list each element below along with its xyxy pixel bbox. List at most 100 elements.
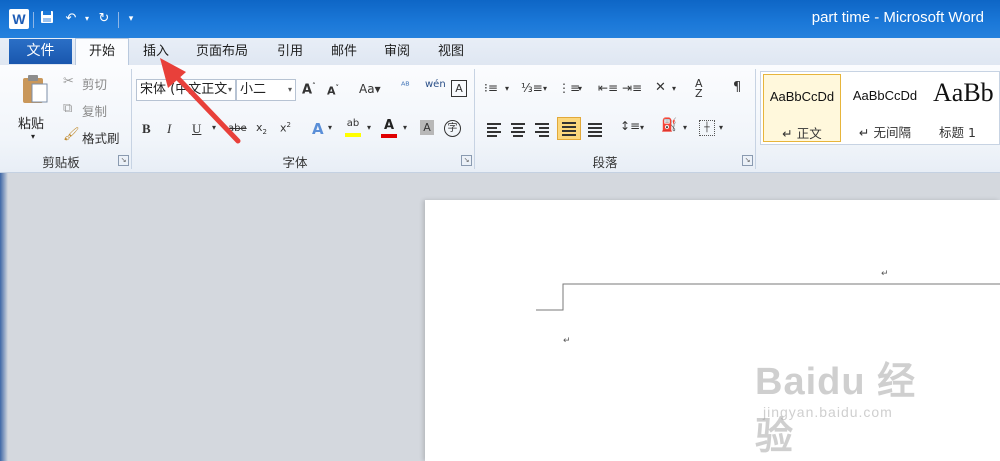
ribbon-home: 粘贴 ▾ ✂ 剪切 ⧉ 复制 🖌 格式刷 剪贴板 ↘ 宋体 (中文正文 ▾ 小二…: [0, 65, 1000, 173]
window-left-edge: [0, 173, 8, 461]
window-title: part time - Microsoft Word: [811, 9, 984, 26]
baidu-watermark: Baidu 经验 jingyan.baidu.com: [755, 350, 955, 458]
paste-button[interactable]: 粘贴 ▾: [14, 71, 56, 145]
paragraph-dialog-launcher-icon[interactable]: ↘: [742, 155, 753, 166]
shrink-font-icon[interactable]: A˅: [327, 84, 339, 98]
font-size-combo[interactable]: 小二 ▾: [236, 79, 296, 101]
highlight-color-swatch: [345, 133, 361, 137]
font-name-value: 宋体 (中文正文: [140, 82, 228, 97]
font-color-dropdown-icon[interactable]: ▾: [403, 123, 407, 132]
underline-icon[interactable]: U: [192, 121, 201, 137]
strikethrough-icon[interactable]: abe: [228, 123, 247, 134]
cut-button[interactable]: 剪切: [82, 74, 107, 93]
save-icon[interactable]: [38, 10, 56, 28]
grow-font-icon[interactable]: A˄: [302, 82, 316, 97]
paragraph-group-label: 段落: [592, 155, 618, 170]
tab-mailings[interactable]: 邮件: [320, 39, 368, 65]
underline-dropdown-icon[interactable]: ▾: [212, 123, 216, 132]
highlight-color-icon[interactable]: ab: [344, 118, 362, 138]
line-spacing-icon[interactable]: ↕≡: [620, 119, 640, 133]
style-name: ↵ 正文: [782, 126, 822, 141]
numbering-icon[interactable]: ⅓≡: [521, 81, 543, 95]
qa-separator: [33, 12, 34, 28]
copy-icon: ⧉: [63, 101, 73, 116]
clipboard-dialog-launcher-icon[interactable]: ↘: [118, 155, 129, 166]
style-name: ↵ 无间隔: [859, 125, 911, 140]
bold-icon[interactable]: B: [142, 121, 151, 137]
justify-icon[interactable]: [557, 117, 581, 140]
font-size-dropdown-icon[interactable]: ▾: [288, 80, 292, 100]
align-right-icon[interactable]: [533, 120, 551, 138]
line-spacing-dropdown-icon[interactable]: ▾: [640, 123, 644, 132]
group-separator: [474, 69, 475, 169]
align-left-icon[interactable]: [485, 120, 503, 138]
text-effects-icon[interactable]: A: [312, 120, 324, 138]
show-marks-icon[interactable]: ¶: [733, 80, 741, 95]
change-case-icon[interactable]: Aa▾: [359, 82, 381, 96]
enclose-characters-icon[interactable]: 字: [444, 120, 461, 137]
italic-icon[interactable]: I: [167, 121, 171, 137]
character-border-icon[interactable]: A: [451, 80, 467, 97]
tab-review[interactable]: 审阅: [373, 39, 421, 65]
chinese-layout-icon[interactable]: ✕: [655, 80, 666, 95]
font-color-icon[interactable]: A: [380, 118, 398, 138]
font-name-combo[interactable]: 宋体 (中文正文 ▾: [136, 79, 236, 101]
shading-dropdown-icon[interactable]: ▾: [683, 123, 687, 132]
tab-references[interactable]: 引用: [266, 39, 314, 65]
font-group-label: 字体: [282, 155, 308, 170]
font-dialog-launcher-icon[interactable]: ↘: [461, 155, 472, 166]
undo-dropdown-icon[interactable]: ▾: [78, 10, 96, 28]
bullets-dropdown-icon[interactable]: ▾: [505, 84, 509, 93]
format-painter-icon: 🖌: [63, 127, 80, 142]
styles-gallery[interactable]: AaBbCcDd ↵ 正文 AaBbCcDd ↵ 无间隔 AaBb 标题 1: [760, 71, 1000, 145]
tab-page-layout[interactable]: 页面布局: [186, 39, 258, 65]
borders-icon[interactable]: ┼: [699, 120, 715, 136]
clear-formatting-icon[interactable]: ᴬᴮ: [401, 81, 410, 92]
tab-insert[interactable]: 插入: [132, 39, 180, 65]
style-sample: AaBbCcDd: [852, 88, 918, 103]
shading-icon[interactable]: ⛽: [661, 118, 677, 133]
align-center-icon[interactable]: [509, 120, 527, 138]
style-no-spacing[interactable]: AaBbCcDd ↵ 无间隔: [845, 74, 925, 142]
paste-icon: [23, 75, 48, 103]
style-name: 标题 1: [939, 125, 976, 140]
multilevel-dropdown-icon[interactable]: ▾: [578, 84, 582, 93]
borders-dropdown-icon[interactable]: ▾: [719, 123, 723, 132]
chinese-layout-dropdown-icon[interactable]: ▾: [672, 84, 676, 93]
increase-indent-icon[interactable]: ⇥≡: [622, 81, 642, 95]
multilevel-list-icon[interactable]: ⋮≡: [558, 81, 580, 95]
sort-icon[interactable]: AZ: [695, 78, 703, 99]
tab-file[interactable]: 文件: [9, 39, 72, 64]
cut-icon: ✂: [63, 74, 74, 89]
superscript-icon[interactable]: x2: [280, 121, 291, 135]
font-size-value: 小二: [240, 82, 267, 97]
paste-label: 粘贴: [18, 117, 45, 132]
style-heading-1[interactable]: AaBb 标题 1: [929, 74, 999, 142]
decrease-indent-icon[interactable]: ⇤≡: [598, 81, 618, 95]
group-separator: [755, 69, 756, 169]
copy-button[interactable]: 复制: [82, 101, 107, 120]
format-painter-button[interactable]: 格式刷: [82, 128, 120, 147]
highlight-dropdown-icon[interactable]: ▾: [367, 123, 371, 132]
text-effects-dropdown-icon[interactable]: ▾: [328, 123, 332, 132]
character-shading-icon[interactable]: A: [420, 120, 434, 135]
word-app-icon[interactable]: W: [9, 9, 29, 29]
clipboard-group-label: 剪贴板: [42, 155, 80, 170]
customize-toolbar-icon[interactable]: ▾: [122, 10, 140, 28]
style-normal[interactable]: AaBbCcDd ↵ 正文: [763, 74, 841, 142]
font-name-dropdown-icon[interactable]: ▾: [228, 80, 232, 100]
tab-view[interactable]: 视图: [427, 39, 475, 65]
distributed-icon[interactable]: [586, 120, 604, 138]
title-bar: W ↶ ▾ ↻ ▾ part time - Microsoft Word: [0, 0, 1000, 38]
paste-dropdown-icon[interactable]: ▾: [31, 132, 35, 141]
bullets-icon[interactable]: ⁝≡: [484, 81, 498, 95]
redo-icon[interactable]: ↻: [95, 10, 113, 28]
style-sample: AaBb: [933, 78, 994, 107]
qa-separator: [118, 12, 119, 28]
tab-home[interactable]: 开始: [75, 38, 129, 65]
group-separator: [131, 69, 132, 169]
subscript-icon[interactable]: x2: [256, 121, 267, 136]
phonetic-guide-icon[interactable]: wén: [425, 79, 446, 90]
ribbon-tab-row: 文件 开始 插入 页面布局 引用 邮件 审阅 视图: [0, 38, 1000, 66]
numbering-dropdown-icon[interactable]: ▾: [543, 84, 547, 93]
